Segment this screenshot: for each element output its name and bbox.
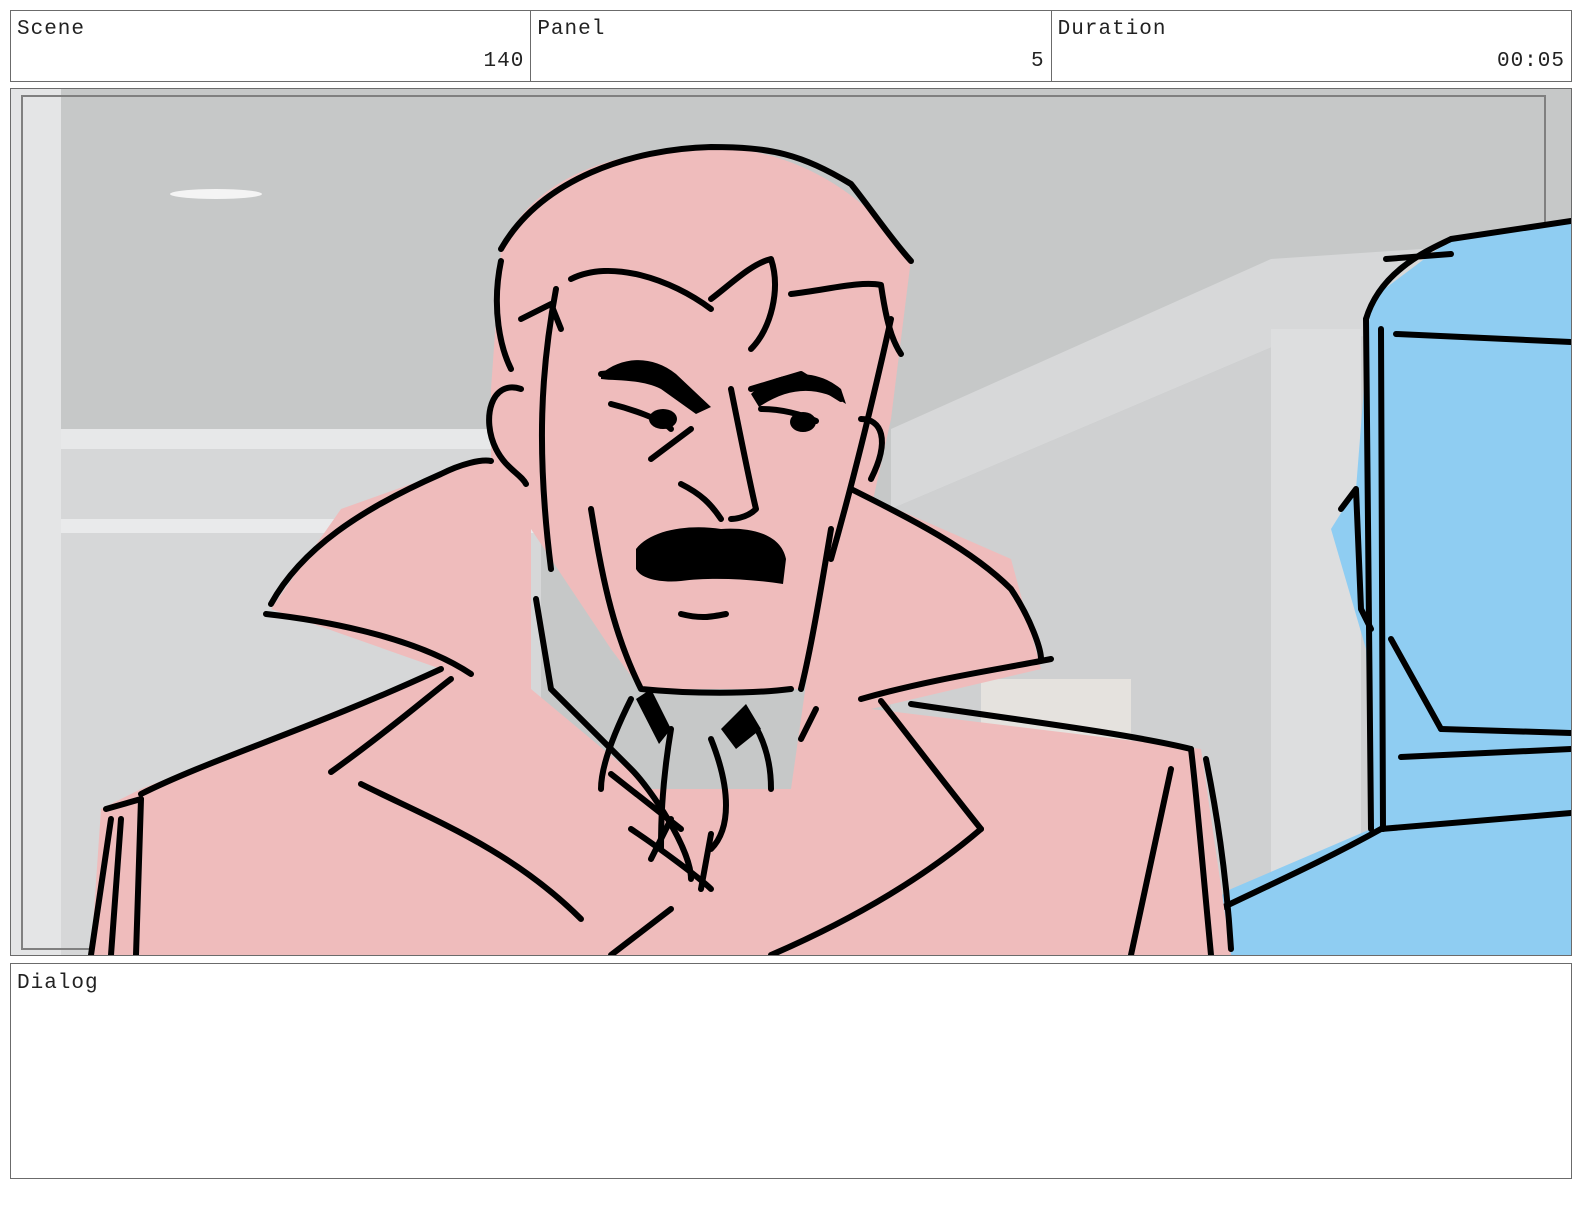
dialog-box[interactable]: Dialog: [10, 963, 1572, 1179]
mustache: [636, 527, 786, 584]
scene-label: Scene: [17, 18, 86, 41]
storyboard-sketch-image: [11, 89, 1571, 955]
panel-cell: Panel 5: [531, 11, 1052, 81]
duration-value: 00:05: [1496, 50, 1565, 73]
panel-label: Panel: [537, 18, 606, 41]
dialog-label: Dialog: [17, 972, 99, 995]
ceiling-light: [170, 189, 262, 199]
storyboard-panel: [10, 88, 1572, 956]
scene-number: 140: [483, 50, 525, 73]
ceiling-beam: [61, 429, 541, 449]
panel-number: 5: [1031, 50, 1045, 73]
storyboard-header: Scene 140 Panel 5 Duration 00:05: [10, 10, 1572, 82]
duration-label: Duration: [1057, 18, 1167, 41]
duration-cell: Duration 00:05: [1052, 11, 1571, 81]
left-wall: [11, 89, 61, 955]
left-eye: [649, 409, 677, 429]
scene-cell: Scene 140: [11, 11, 532, 81]
right-eye: [790, 412, 816, 432]
